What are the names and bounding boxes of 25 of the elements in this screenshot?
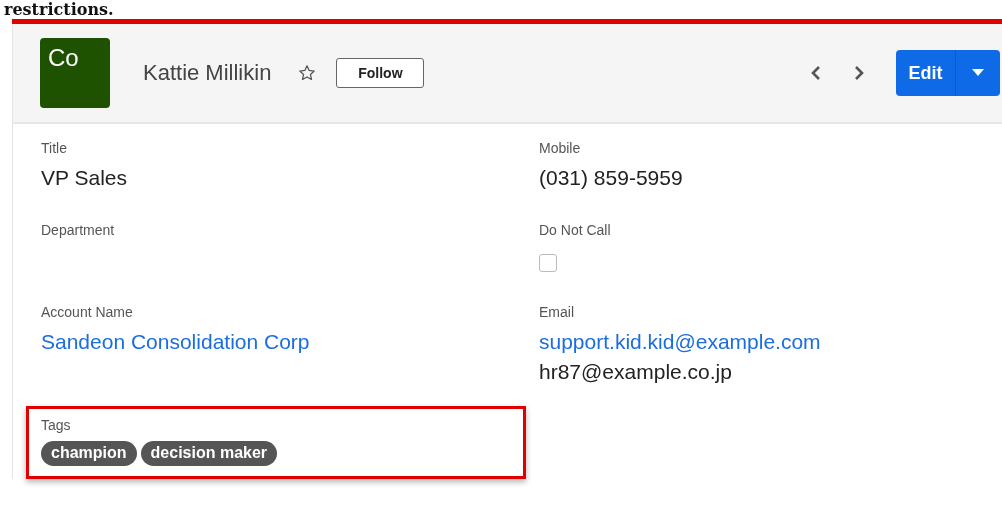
field-label: Tags [41,417,72,433]
caption-text: restrictions. [3,0,115,19]
dropdown-button[interactable] [956,50,1000,96]
tag-pill[interactable]: decision maker [140,441,278,466]
value-link[interactable]: Sandeon Consolidation Corp [41,330,526,354]
field-label: Account Name [41,304,134,320]
field-label: Department [41,222,116,238]
field-label: Do Not Call [539,222,612,238]
field-value: hr87@example.co.jp [539,360,733,384]
next-icon[interactable] [853,65,865,81]
tag-pill[interactable]: champion [41,441,137,466]
star-icon[interactable] [298,64,317,82]
field-label: Mobile [539,140,582,156]
field-value: VP Sales [41,166,128,190]
checkbox[interactable] [539,254,557,272]
field-label: Email [539,304,575,320]
field-label: Title [41,140,68,156]
record-name: Kattie Millikin [143,60,272,86]
caret-icon [972,69,984,77]
follow-button[interactable]: Follow [336,58,425,88]
field-value: (031) 859-5959 [539,166,684,190]
previous-icon[interactable] [810,65,822,81]
avatar: Co [40,38,110,108]
value-link[interactable]: support.kid.kid@example.com [539,330,1002,354]
edit-button[interactable]: Edit [896,50,956,96]
